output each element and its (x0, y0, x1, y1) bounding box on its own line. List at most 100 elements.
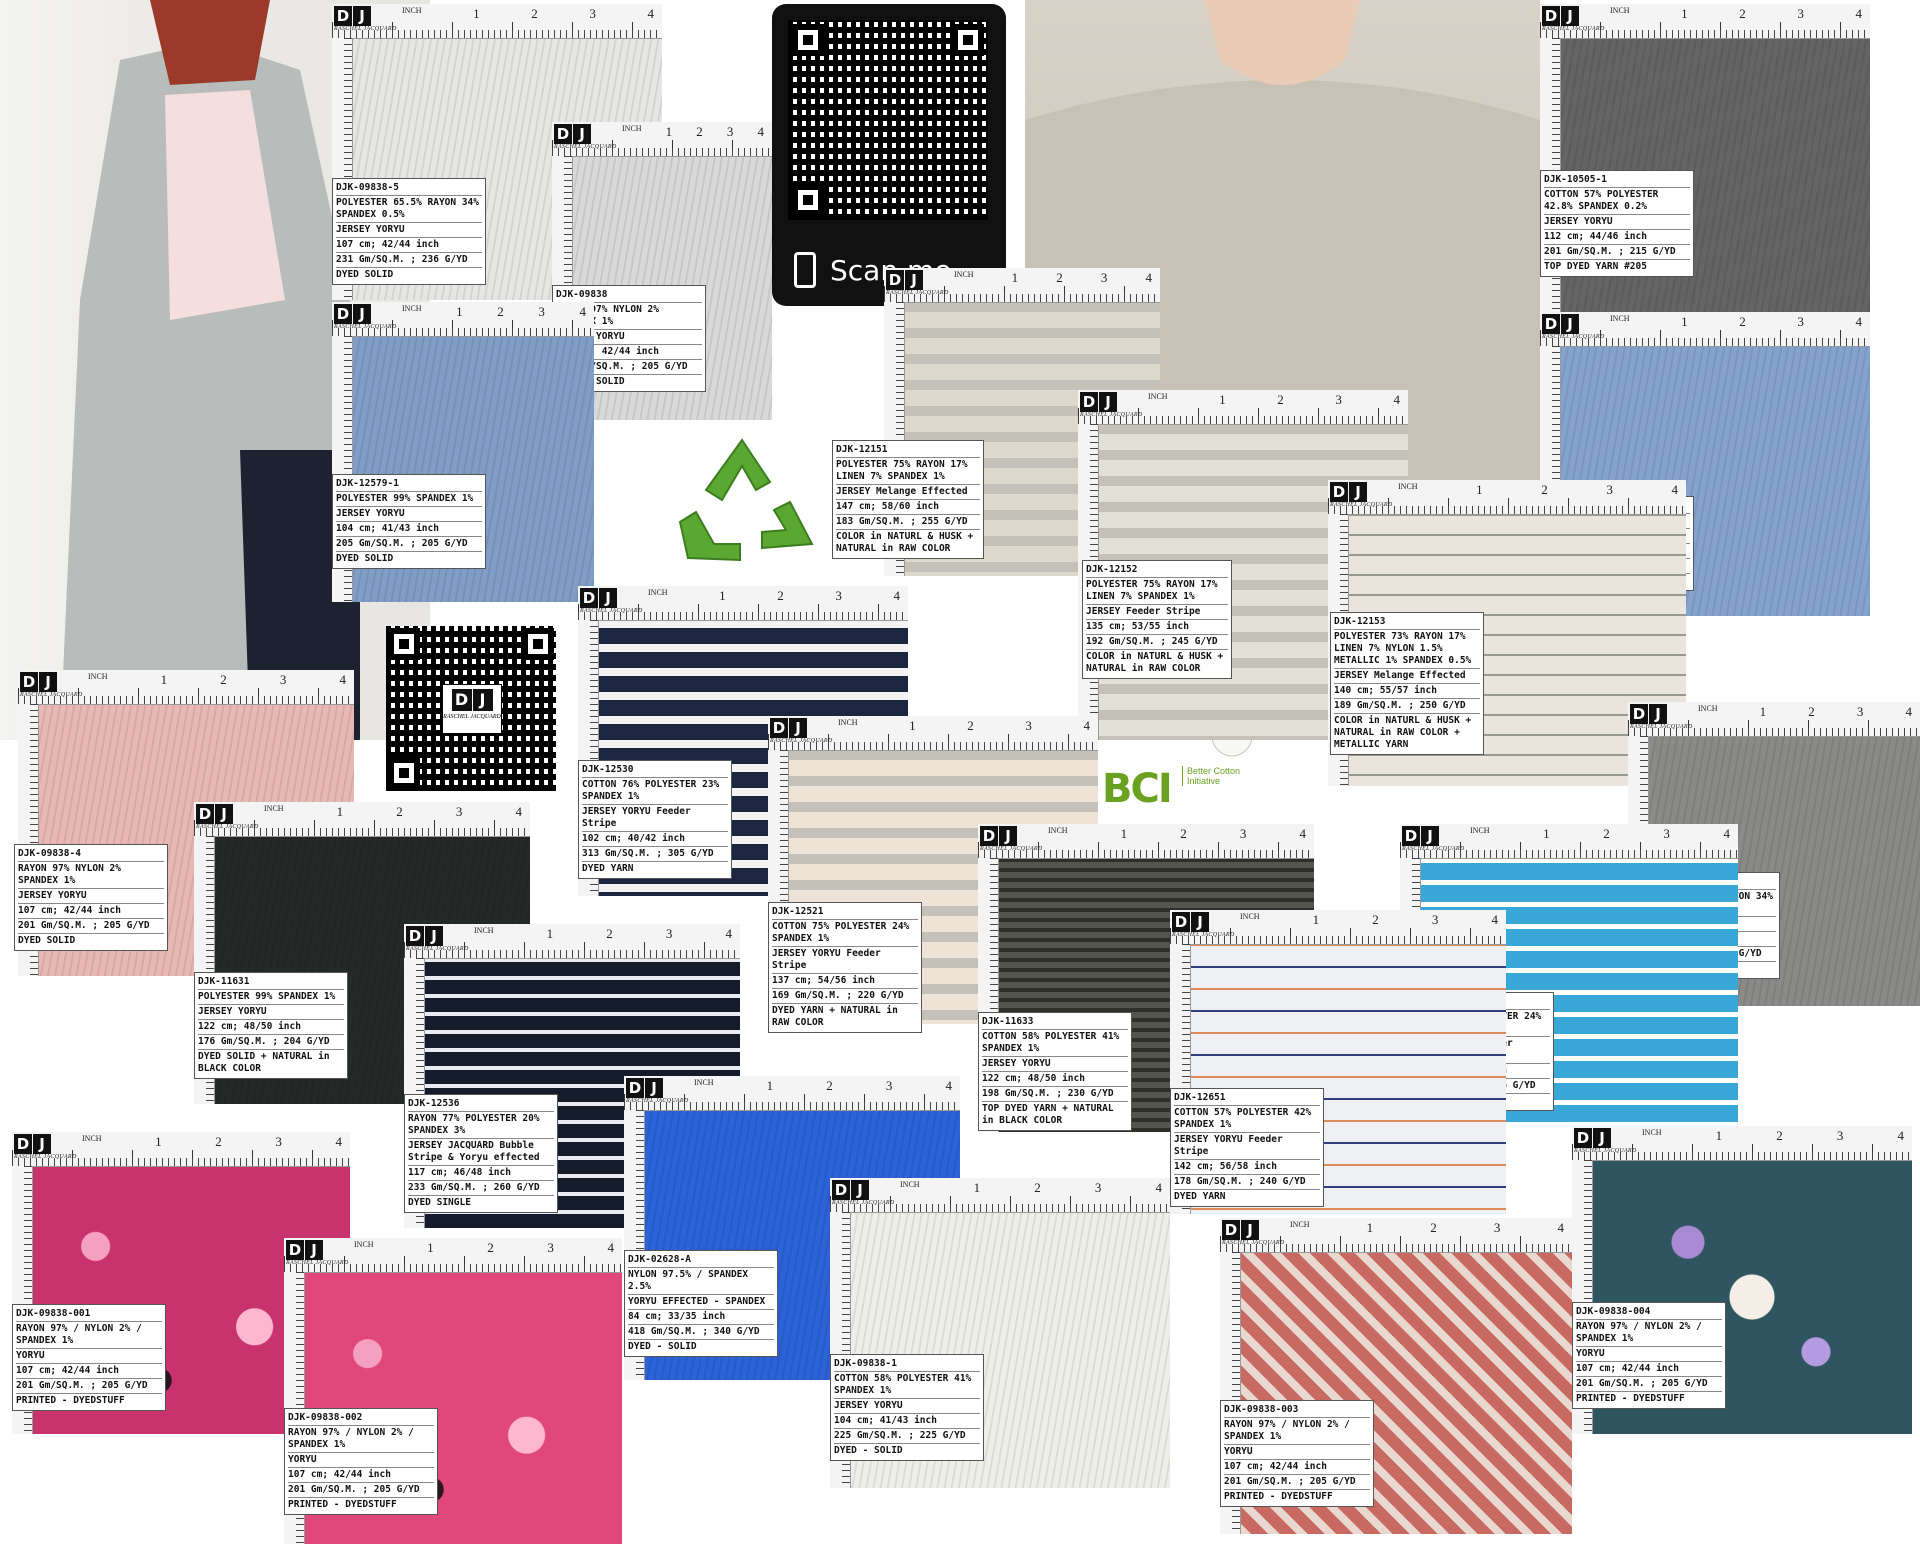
ruler-number: 4 (1855, 314, 1863, 329)
ruler-number: 2 (606, 926, 613, 941)
brand-subtitle: RASCHEL JACQUARD (1630, 724, 1693, 730)
brand-letter: D (1330, 482, 1348, 502)
brand-letter: D (832, 1180, 850, 1200)
ruler-number: 4 (1083, 718, 1091, 733)
ruler-inch-label: INCH (354, 1240, 374, 1249)
swatch-spec-label: DJK-12579-1 POLYESTER 99% SPANDEX 1% JERSE… (332, 474, 486, 569)
swatch-spec-line: DYED SOLID + NATURAL in BLACK COLOR (198, 1051, 330, 1074)
swatch-spec-line: JERSEY Melange Effected (836, 485, 980, 500)
ruler-inch-label: INCH (1240, 912, 1260, 921)
ruler-number: 3 (726, 124, 734, 139)
swatch-code: DJK-12151 (836, 443, 980, 458)
swatch-spec-line: 140 cm; 55/57 inch (1334, 684, 1480, 699)
ruler-top: INCH 1 2 3 4 (578, 586, 908, 621)
ruler-number: 3 (1335, 392, 1342, 407)
ruler-number: 3 (1431, 912, 1439, 927)
ruler-numbers: INCH 1 2 3 4 (1698, 704, 1912, 720)
swatch-spec-line: 198 Gm/SQ.M. ; 230 G/YD (982, 1087, 1128, 1102)
swatch-code: DJK-12530 (582, 763, 728, 778)
dj-qr-code[interactable]: D J RASCHEL JACQUARD (386, 626, 556, 791)
brand-letter: J (1349, 482, 1367, 502)
swatch-spec-line: POLYESTER 99% SPANDEX 1% (198, 990, 344, 1005)
brand-letter: J (1099, 392, 1117, 412)
swatch-spec-line: JERSEY YORYU (982, 1057, 1128, 1072)
brand-letter: D (334, 304, 352, 324)
ruler-number: 2 (487, 1240, 494, 1255)
qr-finder-icon (522, 628, 554, 660)
scan-me-card[interactable]: Scan me (772, 4, 1006, 306)
ruler-top: INCH 1 2 3 4 (624, 1076, 960, 1111)
swatch-spec-line: 176 Gm/SQ.M. ; 204 G/YD (198, 1035, 344, 1050)
swatch-spec-line: 201 Gm/SQ.M. ; 205 G/YD (18, 919, 164, 934)
brand-subtitle: RASCHEL JACQUARD (14, 1154, 77, 1160)
dj-brand-logo: DJ (832, 1180, 869, 1200)
ruler-top: INCH 1 2 3 4 (1572, 1126, 1912, 1161)
swatch-spec-label: DJK-02628-A NYLON 97.5% / SPANDEX 2.5% YOR… (624, 1250, 778, 1357)
swatch-spec-line: JERSEY YORYU (1544, 215, 1690, 230)
qr-finder-icon (792, 184, 824, 216)
brand-letter: D (20, 672, 38, 692)
brand-letter: D (14, 1134, 32, 1154)
ruler-number: 3 (589, 6, 596, 21)
dj-brand-logo: DJ (554, 124, 591, 144)
brand-letter: J (39, 672, 57, 692)
recycle-icon (678, 438, 814, 562)
ruler-number: 4 (1855, 6, 1863, 21)
dj-brand-logo: DJ (14, 1134, 51, 1154)
swatch-spec-line: JERSEY YORYU (336, 223, 482, 238)
swatch-spec-line: RAYON 77% POLYESTER 20% SPANDEX 3% (408, 1112, 554, 1139)
ruler-top: INCH 1 2 3 4 (830, 1178, 1170, 1213)
swatch-spec-line: 201 Gm/SQ.M. ; 205 G/YD (1224, 1475, 1370, 1490)
ruler-number: 3 (665, 926, 673, 941)
ruler-top: INCH 1 2 3 4 (1628, 702, 1920, 737)
brand-letter: J (645, 1078, 663, 1098)
brand-subtitle: RASCHEL JACQUARD (1542, 26, 1605, 32)
swatch-spec-line: POLYESTER 75% RAYON 17% LINEN 7% SPANDEX… (1086, 578, 1228, 605)
qr-finder-icon (388, 757, 420, 789)
ruler-number: 3 (1239, 826, 1247, 841)
brand-letter: D (1402, 826, 1420, 846)
ruler-top: INCH 1 2 3 4 (194, 802, 530, 837)
qr-finder-icon (792, 24, 824, 56)
brand-letter: D (286, 1240, 304, 1260)
swatch-spec-label: DJK-09838-004 RAYON 97% / NYLON 2% / SPAN… (1572, 1302, 1726, 1409)
dj-brand-logo: DJ (334, 304, 371, 324)
brand-subtitle: RASCHEL JACQUARD (1080, 412, 1143, 418)
swatch-spec-line: DYED SOLID (336, 553, 394, 564)
swatch-spec-line: 104 cm; 41/43 inch (336, 522, 482, 537)
swatch-code: DJK-09838-001 (16, 1307, 162, 1322)
brand-letter: J (789, 718, 807, 738)
dj-brand-logo: DJ (1630, 704, 1667, 724)
brand-subtitle: RASCHEL JACQUARD (20, 692, 83, 698)
swatch-spec-line: PRINTED - DYEDSTUFF (1224, 1491, 1333, 1502)
brand-subtitle: RASCHEL JACQUARD (886, 290, 949, 296)
ruler-number: 4 (1393, 392, 1401, 407)
brand-letter: J (905, 270, 923, 290)
swatch-code: DJK-09838-002 (288, 1411, 434, 1426)
ruler-number: 4 (1155, 1180, 1163, 1195)
brand-letter: J (851, 1180, 869, 1200)
swatch-spec-line: 183 Gm/SQ.M. ; 255 G/YD (836, 515, 980, 530)
ruler-number: 4 (1557, 1220, 1565, 1235)
brand-letter: J (1649, 704, 1667, 724)
dj-brand-logo: DJ (1542, 314, 1579, 334)
swatch-spec-line: JERSEY Melange Effected (1334, 669, 1480, 684)
ruler-number: 4 (579, 304, 587, 319)
dj-brand-logo: DJ (406, 926, 443, 946)
swatch-spec-line: 201 Gm/SQ.M. ; 205 G/YD (288, 1483, 434, 1498)
swatch-code: DJK-12521 (772, 905, 918, 920)
ruler-number: 3 (279, 672, 287, 687)
swatch-spec-line: JERSEY YORYU (18, 889, 164, 904)
brand-letter: D (1222, 1220, 1240, 1240)
ruler-top: INCH 1 2 3 4 (332, 4, 662, 39)
ruler-number: 2 (396, 804, 403, 819)
ruler-number: 3 (885, 1078, 893, 1093)
swatch-spec-line: YORYU (288, 1453, 434, 1468)
ruler-inch-label: INCH (838, 718, 858, 727)
ruler-number: 4 (1723, 826, 1731, 841)
brand-subtitle: RASCHEL JACQUARD (1330, 502, 1393, 508)
qr-code[interactable] (788, 20, 988, 220)
bci-mark: BCI (1102, 766, 1173, 812)
ruler-number: 1 (1759, 704, 1767, 719)
ruler-numbers: INCH 1 2 3 4 (1610, 314, 1862, 330)
